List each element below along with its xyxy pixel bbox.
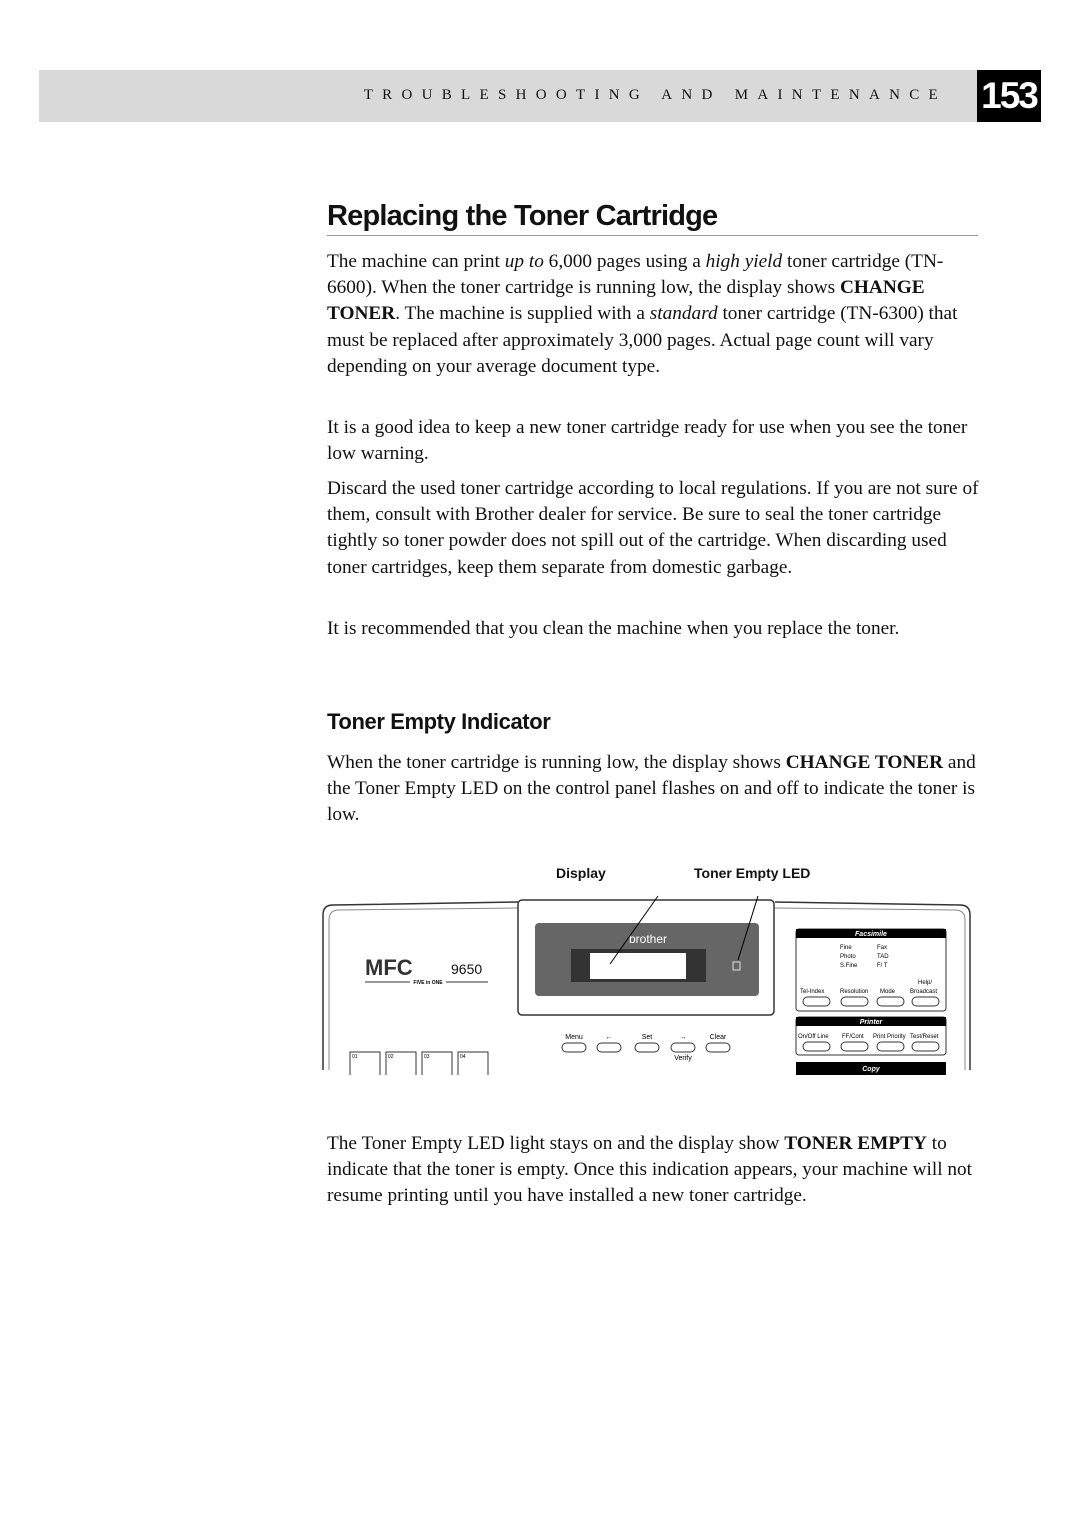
svg-text:←: ←	[606, 1034, 613, 1041]
one-touch-keys: 01 02 03 04	[349, 1051, 489, 1075]
paragraph-5: When the toner cartridge is running low,…	[327, 750, 987, 829]
text: standard	[649, 303, 718, 325]
svg-text:Menu: Menu	[565, 1034, 583, 1041]
header-band: TROUBLESHOOTING AND MAINTENANCE	[39, 70, 977, 122]
svg-text:Copy: Copy	[862, 1066, 881, 1073]
text: TONER EMPTY	[784, 1133, 927, 1154]
paragraph-6: The Toner Empty LED light stays on and t…	[327, 1131, 987, 1210]
svg-text:S.Fine: S.Fine	[840, 963, 858, 969]
svg-text:FF/Cont: FF/Cont	[842, 1034, 864, 1040]
svg-text:Mode: Mode	[880, 989, 896, 995]
svg-text:On/Off Line: On/Off Line	[798, 1034, 829, 1040]
printer-section: Printer On/Off Line FF/Cont Print Priorit…	[795, 1016, 947, 1056]
svg-text:Verify: Verify	[674, 1055, 692, 1062]
control-panel-figure: Display Toner Empty LED brother MFC 9650…	[320, 860, 980, 1075]
svg-text:Fine: Fine	[840, 945, 852, 951]
svg-text:Set: Set	[642, 1034, 653, 1041]
svg-text:F/ T: F/ T	[877, 963, 888, 969]
text: When the toner cartridge is running low,…	[327, 752, 786, 773]
text: CHANGE TONER	[785, 752, 944, 773]
svg-text:Clear: Clear	[710, 1034, 727, 1041]
svg-text:Help/: Help/	[918, 980, 932, 986]
svg-text:→: →	[680, 1034, 687, 1041]
svg-text:03: 03	[424, 1054, 430, 1060]
svg-text:Tel-Index: Tel-Index	[800, 989, 824, 995]
svg-text:Resolution: Resolution	[840, 989, 868, 995]
svg-text:Printer: Printer	[860, 1019, 884, 1026]
model-logo: MFC	[365, 955, 413, 980]
svg-text:01: 01	[352, 1054, 358, 1060]
nav-buttons: Menu ← Set → Clear Verify	[561, 1034, 731, 1062]
text: . The machine is supplied with a	[395, 303, 650, 325]
svg-text:Print Priority: Print Priority	[873, 1034, 906, 1040]
control-panel-drawing: brother MFC 9650 FIVE in ONE 01 02 03 04 M…	[322, 895, 971, 1075]
model-number: 9650	[451, 961, 482, 977]
text: up to	[504, 251, 544, 272]
svg-text:Broadcast: Broadcast	[910, 989, 937, 995]
text: 6,000 pages using a	[543, 251, 706, 272]
section-title: TROUBLESHOOTING AND MAINTENANCE	[363, 87, 947, 103]
text: The Toner Empty LED light stays on and t…	[327, 1133, 785, 1154]
page-number: 153	[977, 70, 1041, 122]
facsimile-section: Facsimile Fine Photo S.Fine Fax TAD F/ T Tel…	[795, 928, 947, 1012]
svg-text:TAD: TAD	[877, 954, 889, 960]
text: high yield	[705, 251, 783, 272]
paragraph-4: It is recommended that you clean the mac…	[327, 618, 900, 639]
svg-text:04: 04	[460, 1054, 466, 1060]
svg-text:Test/Reset: Test/Reset	[910, 1034, 939, 1040]
paragraph-1: The machine can print up to 6,000 pages …	[327, 249, 987, 380]
svg-text:02: 02	[388, 1054, 394, 1060]
svg-text:Fax: Fax	[877, 945, 887, 951]
svg-text:Facsimile: Facsimile	[855, 931, 887, 938]
subheading: Toner Empty Indicator	[327, 709, 551, 734]
paragraph-2: It is a good idea to keep a new toner ca…	[327, 417, 968, 465]
paragraph-3: Discard the used toner cartridge accordi…	[327, 478, 979, 578]
text: The machine can print	[327, 251, 505, 272]
brand-text: brother	[629, 932, 667, 946]
page-title: Replacing the Toner Cartridge	[327, 200, 978, 236]
svg-text:Photo: Photo	[840, 954, 856, 960]
tagline: FIVE in ONE	[413, 980, 443, 986]
